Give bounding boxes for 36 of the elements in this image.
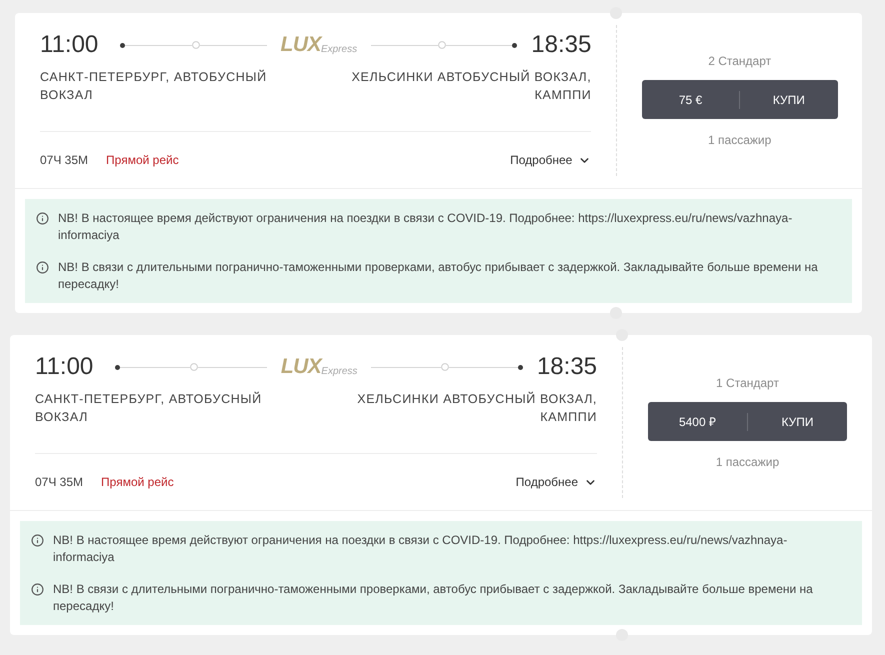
buy-button[interactable]: 75 € КУПИ — [642, 80, 838, 119]
arrival-station: ХЕЛЬСИНКИ АВТОБУСНЫЙ ВОКЗАЛ, КАМППИ — [356, 390, 598, 426]
arrival-time: 18:35 — [536, 353, 598, 381]
info-icon — [36, 261, 49, 274]
details-toggle[interactable]: Подробнее — [510, 151, 592, 169]
notice-text: NB! В связи с длительными погранично-таможенными проверками, автобус прибывает с задержкой. Закладывайте больше времени на пересадку! — [58, 259, 819, 293]
trip-duration: 07Ч 35М — [40, 152, 88, 169]
notice-text: NB! В настоящее время действуют ограничения на поездки в связи с COVID-19. Подробнее: https://luxexpress.eu/ru/news/vazhnaya-informaciya — [58, 210, 794, 244]
fare-class-label: 1 Стандарт — [716, 375, 779, 391]
info-icon — [36, 212, 49, 225]
route-type-label: Прямой рейс — [101, 474, 174, 491]
endpoint-dot-icon — [518, 364, 523, 370]
logo-wordmark: LUX — [280, 356, 322, 378]
logo-subtitle: Express — [321, 366, 358, 378]
details-toggle[interactable]: Подробнее — [516, 473, 598, 491]
endpoint-dot-icon — [120, 42, 126, 48]
departure-station: САНКТ-ПЕТЕРБУРГ, АВТОБУСНЫЙ ВОКЗАЛ — [40, 68, 268, 104]
info-icon — [31, 583, 44, 596]
fare-class-label: 2 Стандарт — [708, 53, 772, 69]
info-icon — [31, 534, 44, 547]
notice-text: NB! В настоящее время действуют ограничения на поездки в связи с COVID-19. Подробнее: https://luxexpress.eu/ru/news/vazhnaya-informaciya — [53, 532, 788, 566]
endpoint-dot-icon — [115, 364, 120, 370]
logo-wordmark: LUX — [280, 34, 321, 56]
passenger-count: 1 пассажир — [716, 454, 780, 470]
departure-time: 11:00 — [35, 353, 94, 381]
logo-subtitle: Express — [320, 44, 358, 56]
route-type-label: Прямой рейс — [106, 152, 179, 169]
trip-duration: 07Ч 35М — [35, 474, 84, 491]
departure-station: САНКТ-ПЕТЕРБУРГ, АВТОБУСНЫЙ ВОКЗАЛ — [35, 390, 263, 426]
notice-text: NB! В связи с длительными погранично-таможенными проверками, автобус прибывает с задержкой. Закладывайте больше времени на пересадку! — [53, 581, 814, 615]
buy-button[interactable]: 5400 ₽ КУПИ — [648, 402, 848, 441]
arrival-time: 18:35 — [531, 31, 592, 59]
passenger-count: 1 пассажир — [708, 132, 772, 148]
departure-time: 11:00 — [40, 31, 98, 59]
arrival-station: ХЕЛЬСИНКИ АВТОБУСНЫЙ ВОКЗАЛ, КАМППИ — [350, 68, 592, 104]
endpoint-dot-icon — [512, 42, 518, 48]
